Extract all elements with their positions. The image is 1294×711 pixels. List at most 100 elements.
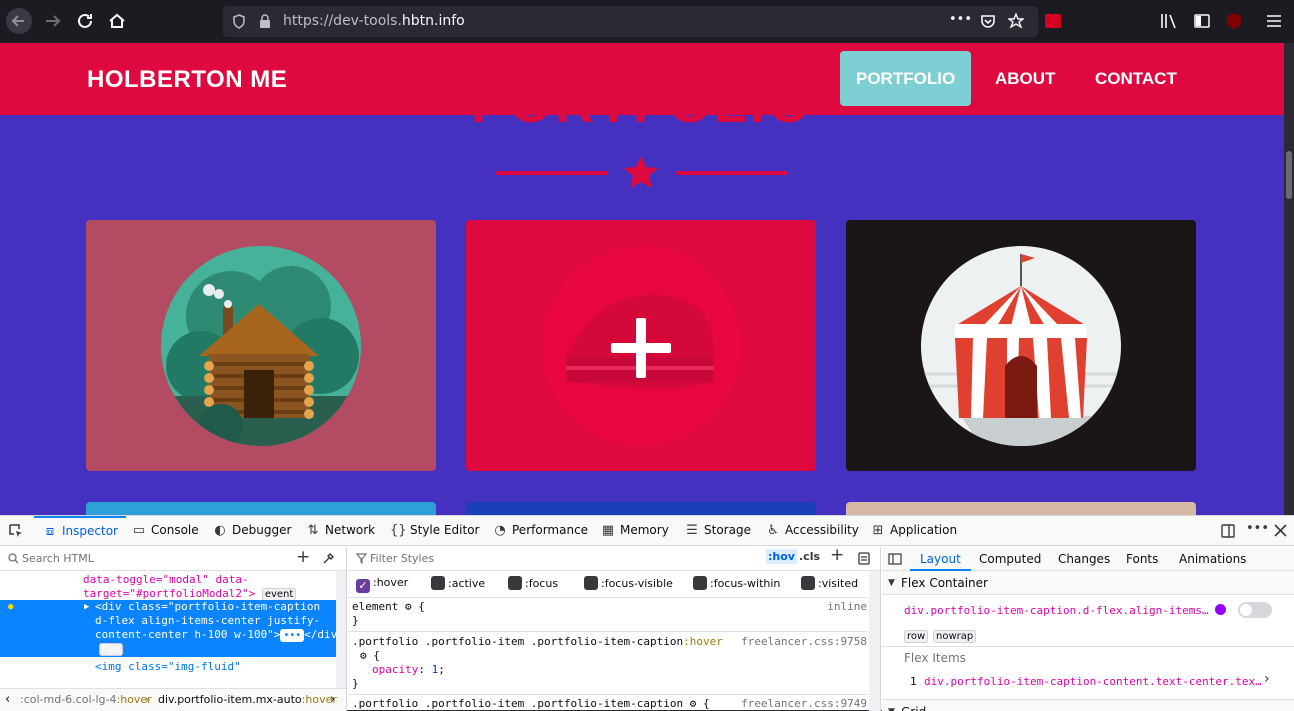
tab-animations[interactable]: Animations [1179,547,1246,571]
nav-link-contact[interactable]: CONTACT [1079,51,1193,106]
library-icon[interactable] [1160,13,1178,29]
flex-highlighter-toggle[interactable] [1238,602,1272,618]
rule-close-brace: } [352,677,359,690]
add-node-icon[interactable]: + [296,547,310,567]
add-rule-icon[interactable]: + [830,547,844,565]
nav-link-portfolio[interactable]: PORTFOLIO [840,51,972,106]
flex-container-selector[interactable]: div.portfolio-item-caption.d-flex.align-… [904,604,1209,617]
tab-storage[interactable]: ☰ Storage [684,516,751,546]
devtools-more-icon[interactable]: ••• [1246,521,1269,536]
collapse-triangle-icon: ▼ [888,700,895,711]
debugger-icon: ◐ [214,523,226,538]
dock-side-icon[interactable] [1220,523,1236,539]
url-bar[interactable]: https://dev-tools.hbtn.info ••• [223,6,1038,37]
eyedropper-icon[interactable] [322,552,335,565]
ublock-icon[interactable] [1226,12,1242,30]
portfolio-card-next-1[interactable] [86,502,436,515]
gear-icon[interactable]: ⚙ [405,600,412,613]
shield-icon[interactable] [232,14,246,29]
portfolio-card-next-2[interactable] [466,502,816,515]
markup-search-bar[interactable]: Search HTML + [0,547,346,571]
flex-highlight-color-icon[interactable] [1215,604,1226,615]
filter-styles-bar[interactable]: Filter Styles :hov .cls + [348,547,880,571]
rules-scrollbar[interactable] [869,571,880,711]
tab-layout[interactable]: Layout [910,547,971,571]
sidebar-icon[interactable] [1194,13,1210,29]
tab-accessibility[interactable]: ♿ Accessibility [765,516,859,546]
collapsed-children-badge[interactable]: ••• [280,629,305,642]
pseudo-visited-checkbox[interactable]: :visited [801,576,858,590]
tab-application[interactable]: ⊞ Application [870,516,958,546]
chevron-right-icon[interactable]: › [1264,671,1270,687]
hov-toggle[interactable]: :hov [766,549,797,564]
pseudo-focus-checkbox[interactable]: :focus [508,576,558,590]
page-actions-button[interactable]: ••• [949,12,972,27]
breadcrumb-item[interactable]: div.portfolio-item.mx-auto:hover [158,689,337,711]
devtools-tabbar: ⧈ Inspector ▭ Console ◐ Debugger ⇅ Network {… [0,516,1294,546]
rule-selector[interactable]: .portfolio .portfolio-item .portfolio-it… [352,697,867,711]
pseudo-active-checkbox[interactable]: :active [431,576,485,590]
grid-header[interactable]: ▼Grid [882,699,1294,711]
portfolio-card-cabin[interactable] [86,220,436,471]
hamburger-menu-icon[interactable] [1266,14,1282,28]
breadcrumb-scroll-left-icon[interactable]: ‹ [5,689,10,711]
checkbox-icon [431,576,445,590]
toggle-pane-icon[interactable] [888,553,902,565]
rule-declaration[interactable]: opacity: 1; [352,663,867,677]
tab-inspector[interactable]: ⧈ Inspector [34,516,126,546]
back-button[interactable] [6,8,32,34]
tab-console[interactable]: ▭ Console [131,516,199,546]
markup-scrollbar[interactable] [336,571,346,688]
print-media-icon[interactable] [858,552,870,565]
markup-line[interactable]: data-toggle="modal" data- [0,573,336,588]
site-brand[interactable]: HOLBERTON ME [87,66,287,94]
breadcrumb-scroll-right-icon[interactable]: › [330,689,335,711]
flex-container-header[interactable]: ▼ Flex Container [882,571,1294,595]
tab-changes[interactable]: Changes [1058,547,1110,571]
selected-node[interactable]: ● ▶ <div class="portfolio-item-caption d… [0,600,344,657]
tab-fonts[interactable]: Fonts [1126,547,1158,571]
collapse-triangle-icon: ▼ [888,578,895,588]
flex-item-selector[interactable]: div.portfolio-item-caption-content.text-… [924,675,1264,688]
portfolio-card-hovered[interactable] [466,220,816,471]
element-picker-icon[interactable] [9,524,23,538]
section-title: PORTFOLIO [0,115,1284,135]
tab-network[interactable]: ⇅ Network [305,516,376,546]
page-scrollbar-thumb[interactable] [1286,151,1292,199]
tab-debugger[interactable]: ◐ Debugger [212,516,291,546]
lock-icon[interactable] [259,14,271,29]
page-scrollbar[interactable] [1284,43,1294,515]
rule-source[interactable]: freelancer.css:9749 [741,697,867,711]
tab-computed[interactable]: Computed [979,547,1041,571]
checkbox-icon [584,576,598,590]
portfolio-card-next-3[interactable] [846,502,1196,515]
close-icon[interactable] [1274,524,1287,537]
url-text[interactable]: https://dev-tools.hbtn.info [283,13,465,29]
site-navbar: HOLBERTON ME PORTFOLIO ABOUT CONTACT [0,43,1284,115]
reload-button[interactable] [72,8,98,34]
gear-icon[interactable]: ⚙ [690,697,697,710]
bookmark-star-icon[interactable] [1008,13,1024,29]
element-rule-header[interactable]: element ⚙ {inline [352,600,867,614]
breadcrumb-item[interactable]: :col-md-6.col-lg-4:hover [20,689,152,711]
tab-performance[interactable]: ◔ Performance [492,516,588,546]
pocket-icon[interactable] [980,13,996,29]
rule-source[interactable]: inline [827,600,867,614]
rule-source[interactable]: freelancer.css:9758 [741,635,867,649]
flex-badge[interactable]: flex [99,643,124,656]
tab-memory[interactable]: ▦ Memory [600,516,669,546]
rule-selector[interactable]: .portfolio .portfolio-item .portfolio-it… [352,635,867,649]
home-button[interactable] [104,8,130,34]
portfolio-card-circus[interactable] [846,220,1196,471]
forward-button[interactable] [40,8,66,34]
extension-icon[interactable] [1045,14,1061,28]
tab-style-editor[interactable]: {} Style Editor [390,516,479,546]
cls-toggle[interactable]: .cls [799,550,820,563]
markup-line[interactable]: <img class="img-fluid" [0,660,336,675]
nav-link-about[interactable]: ABOUT [979,51,1071,106]
pseudo-hover-checkbox[interactable]: ✓:hover [356,576,408,593]
gear-icon[interactable]: ⚙ [360,649,367,662]
pseudo-focus-visible-checkbox[interactable]: :focus-visible [584,576,673,590]
rules-pane: Filter Styles :hov .cls + ✓:hover :activ… [348,547,881,711]
pseudo-focus-within-checkbox[interactable]: :focus-within [693,576,780,590]
